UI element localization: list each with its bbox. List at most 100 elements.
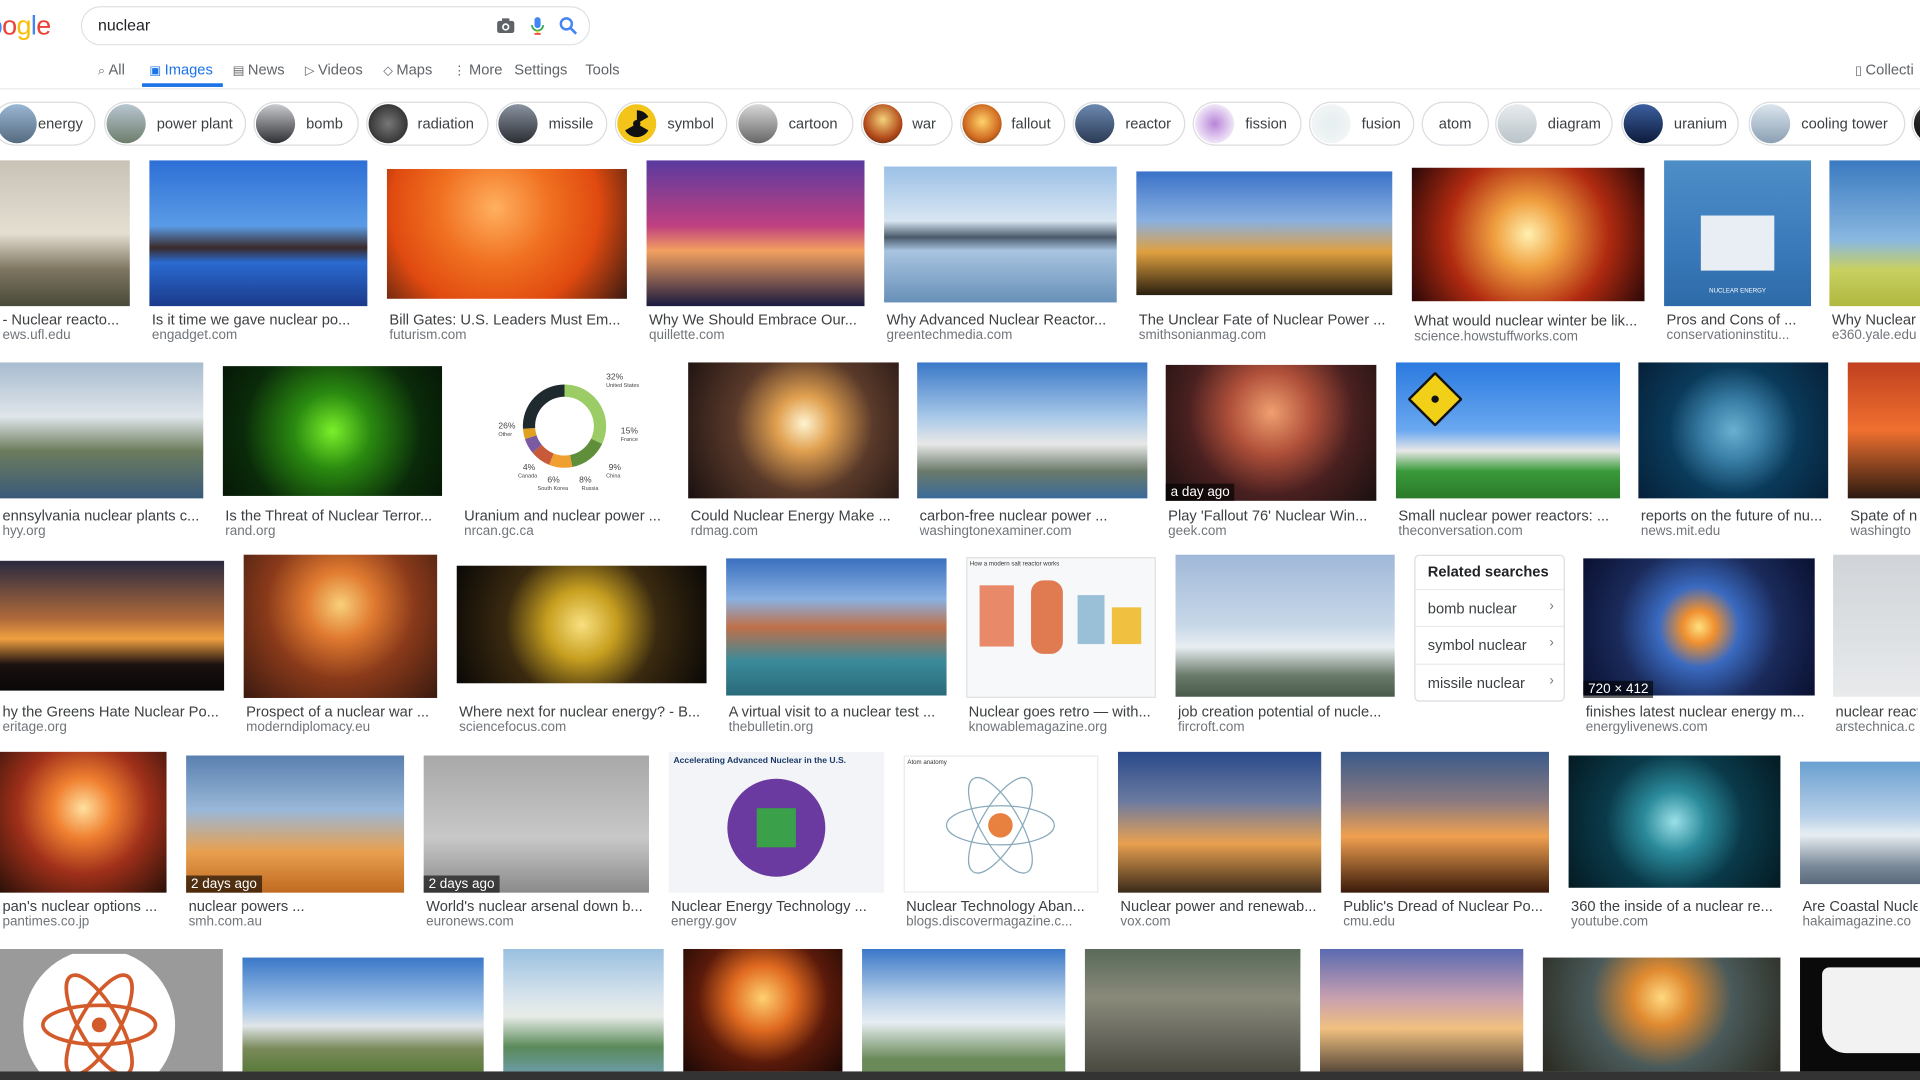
result-tile[interactable]: Is it time we gave nuclear po... engadge… xyxy=(149,160,368,344)
result-image[interactable] xyxy=(862,948,1066,1072)
chip-cooling-tower[interactable]: cooling tower xyxy=(1748,101,1906,146)
chip-atom[interactable]: atom xyxy=(1421,101,1489,146)
result-image[interactable] xyxy=(1847,362,1920,499)
result-image[interactable] xyxy=(0,160,130,307)
result-caption[interactable]: - Nuclear reacto... xyxy=(2,311,127,328)
result-caption[interactable]: Is the Threat of Nuclear Terror... xyxy=(225,507,439,524)
result-image[interactable] xyxy=(1583,558,1815,696)
result-image[interactable] xyxy=(646,160,865,307)
result-caption[interactable]: Bill Gates: U.S. Leaders Must Em... xyxy=(389,311,624,328)
result-tile[interactable]: What would nuclear winter be lik... scie… xyxy=(1411,167,1645,344)
result-caption[interactable]: Pros and Cons of ... xyxy=(1667,311,1809,328)
result-image[interactable] xyxy=(1800,761,1920,885)
result-caption[interactable]: 360 the inside of a nuclear re... xyxy=(1571,898,1778,915)
result-image[interactable] xyxy=(386,168,627,299)
result-caption[interactable]: Could Nuclear Energy Make ... xyxy=(691,507,897,524)
result-image[interactable] xyxy=(1175,554,1395,697)
result-caption[interactable]: The Unclear Fate of Nuclear Power ... xyxy=(1139,311,1390,328)
result-tile[interactable]: How a modern salt reactor works Nuclear … xyxy=(966,557,1156,735)
result-caption[interactable]: Where next for nuclear energy? - B... xyxy=(459,703,704,720)
result-tile[interactable] xyxy=(1084,948,1301,1072)
result-image[interactable] xyxy=(1340,751,1549,893)
result-image[interactable] xyxy=(1833,554,1920,697)
result-tile[interactable]: Why Advanced Nuclear Reactor... greentec… xyxy=(884,166,1117,345)
result-tile[interactable] xyxy=(1542,957,1781,1072)
chip-symbol[interactable]: symbol xyxy=(614,101,728,146)
result-tile[interactable]: Spate of n washingto xyxy=(1847,362,1920,539)
result-caption[interactable]: Nuclear Energy Technology ... xyxy=(671,898,882,915)
tab-videos[interactable]: ▷ Videos xyxy=(305,61,363,78)
result-image[interactable] xyxy=(1395,362,1621,499)
result-image[interactable] xyxy=(1165,364,1377,501)
tab-maps[interactable]: ◇ Maps xyxy=(383,61,432,78)
result-caption[interactable]: World's nuclear arsenal down b... xyxy=(426,898,646,915)
result-caption[interactable]: Prospect of a nuclear war ... xyxy=(246,703,435,720)
result-image[interactable] xyxy=(1568,755,1781,888)
result-image[interactable] xyxy=(1829,160,1920,307)
search-box[interactable]: nuclear xyxy=(80,6,591,46)
result-image[interactable] xyxy=(0,948,223,1080)
result-caption[interactable]: Public's Dread of Nuclear Po... xyxy=(1343,898,1546,915)
result-tile[interactable]: Nuclear power and renewab... vox.com xyxy=(1117,751,1322,929)
result-caption[interactable]: Nuclear power and renewab... xyxy=(1120,898,1318,915)
result-image[interactable] xyxy=(726,558,947,696)
result-tile[interactable] xyxy=(683,948,843,1072)
result-caption[interactable]: Spate of n xyxy=(1850,507,1917,524)
tab-images[interactable]: ▣ Images xyxy=(149,61,212,78)
result-image[interactable]: How a modern salt reactor works xyxy=(966,557,1156,698)
result-tile[interactable]: The Unclear Fate of Nuclear Power ... sm… xyxy=(1136,171,1393,344)
result-tile[interactable]: hy the Greens Hate Nuclear Po... eritage… xyxy=(0,560,225,735)
result-image[interactable]: Accelerating Advanced Nuclear in the U.S… xyxy=(668,751,885,893)
result-tile[interactable]: Public's Dread of Nuclear Po... cmu.edu xyxy=(1340,751,1549,929)
result-tile[interactable]: Accelerating Advanced Nuclear in the U.S… xyxy=(668,751,885,929)
result-image[interactable] xyxy=(1117,751,1322,893)
result-image[interactable] xyxy=(1638,362,1829,499)
result-image[interactable] xyxy=(243,554,438,698)
result-caption[interactable]: Why We Should Embrace Our... xyxy=(649,311,862,328)
result-tile[interactable]: reports on the future of nu... news.mit.… xyxy=(1638,362,1829,539)
result-image[interactable] xyxy=(149,160,368,307)
result-tile[interactable]: Is the Threat of Nuclear Terror... rand.… xyxy=(222,366,443,539)
result-tile[interactable]: 720 × 412 finishes latest nuclear energy… xyxy=(1583,558,1815,735)
result-image[interactable] xyxy=(0,362,204,499)
search-input[interactable]: nuclear xyxy=(98,16,150,34)
result-tile[interactable]: - Nuclear reacto... ews.ufl.edu xyxy=(0,160,130,344)
chip-bomb[interactable]: bomb xyxy=(253,101,359,146)
result-tile[interactable]: nuclear react arstechnica.c xyxy=(1833,554,1920,735)
related-search-item[interactable]: missile nuclear › xyxy=(1415,663,1564,702)
result-caption[interactable]: hy the Greens Hate Nuclear Po... xyxy=(2,703,221,720)
result-tile[interactable]: Atom anatomy Nuclear Technology Aban... … xyxy=(903,755,1099,929)
chip-missile[interactable]: missile xyxy=(495,101,608,146)
result-caption[interactable]: A virtual visit to a nuclear test ... xyxy=(729,703,945,720)
tab-news[interactable]: ▤ News xyxy=(233,61,285,78)
result-image[interactable] xyxy=(884,166,1117,303)
result-tile[interactable]: job creation potential of nucle... fircr… xyxy=(1175,554,1395,735)
result-image[interactable] xyxy=(1136,171,1393,296)
google-logo[interactable]: oogle xyxy=(0,10,51,42)
result-caption[interactable]: Uranium and nuclear power ... xyxy=(464,507,665,524)
result-tile[interactable]: Why Nuclear e360.yale.edu xyxy=(1829,160,1920,344)
search-icon[interactable] xyxy=(558,16,578,36)
result-image[interactable] xyxy=(186,755,405,893)
tab-more[interactable]: ⋮ More xyxy=(453,61,502,78)
result-tile[interactable]: NUCLEAR ENERGY Pros and Cons of ... cons… xyxy=(1664,160,1812,344)
result-tile[interactable]: Small nuclear power reactors: ... thecon… xyxy=(1395,362,1621,539)
result-tile[interactable]: Bill Gates: U.S. Leaders Must Em... futu… xyxy=(386,168,627,344)
result-caption[interactable]: Why Nuclear xyxy=(1832,311,1918,328)
result-caption[interactable]: Nuclear goes retro — with... xyxy=(969,703,1154,720)
result-tile[interactable]: 360 the inside of a nuclear re... youtub… xyxy=(1568,755,1781,929)
result-tile[interactable]: 2 days ago nuclear powers ... smh.com.au xyxy=(186,755,405,929)
tab-settings[interactable]: Settings xyxy=(514,61,567,78)
result-caption[interactable]: nuclear powers ... xyxy=(189,898,402,915)
chip-diagram[interactable]: diagram xyxy=(1495,101,1613,146)
result-image[interactable] xyxy=(1800,957,1920,1072)
tab-all[interactable]: ⌕ All xyxy=(98,61,125,78)
microphone-icon[interactable] xyxy=(528,16,548,36)
result-caption[interactable]: ennsylvania nuclear plants c... xyxy=(2,507,200,524)
result-caption[interactable]: pan's nuclear options ... xyxy=(2,898,164,915)
result-tile[interactable] xyxy=(1800,957,1920,1072)
chip-next[interactable] xyxy=(1911,101,1920,146)
result-image[interactable] xyxy=(683,948,843,1072)
result-image[interactable]: Atom anatomy xyxy=(903,755,1099,893)
chip-cartoon[interactable]: cartoon xyxy=(735,101,854,146)
